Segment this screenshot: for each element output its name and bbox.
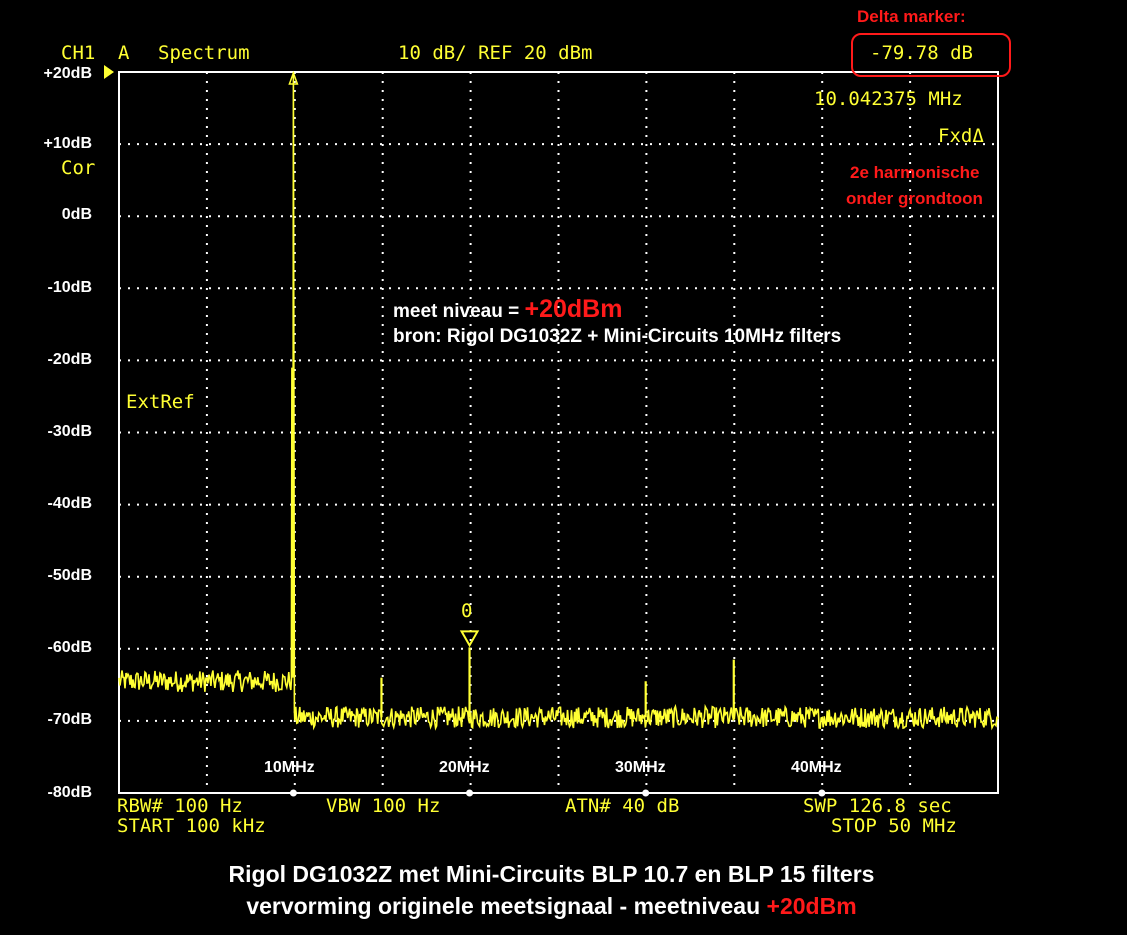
- y-tick-label: -30dB: [47, 423, 92, 440]
- measure-level-annotation: meet niveau = +20dBm: [393, 293, 622, 328]
- harmonic-annotation-line1: 2e harmonische: [850, 163, 980, 182]
- x-tick-label: 30MHz: [615, 759, 666, 776]
- caption-line2-value: +20dBm: [766, 893, 857, 919]
- y-tick-label: -80dB: [47, 784, 92, 801]
- y-tick-label: +10dB: [43, 135, 92, 152]
- x-tick-label: 40MHz: [791, 759, 842, 776]
- reference-level-arrow: [104, 65, 114, 79]
- attenuation-setting: ATN# 40 dB: [565, 795, 680, 817]
- sweep-setting: SWP 126.8 sec: [803, 795, 952, 817]
- marker-zero-label: 0: [461, 600, 473, 622]
- caption-line2-prefix: vervorming originele meetsignaal - meetn…: [246, 893, 767, 919]
- start-frequency: START 100 kHz: [117, 815, 266, 837]
- caption-line1: Rigol DG1032Z met Mini-Circuits BLP 10.7…: [228, 861, 875, 887]
- y-tick-label: -60dB: [47, 639, 92, 656]
- y-tick-label: -70dB: [47, 711, 92, 728]
- measure-level-prefix: meet niveau =: [393, 301, 525, 322]
- channel-label: CH1: [61, 42, 96, 64]
- scale-label: 10 dB/ REF 20 dBm: [398, 42, 593, 64]
- delta-marker-value: -79.78 dB: [870, 42, 973, 64]
- marker-mode: FxdΔ: [938, 125, 984, 147]
- source-annotation: bron: Rigol DG1032Z + Mini-Circuits 10MH…: [393, 326, 842, 347]
- y-tick-label: -50dB: [47, 567, 92, 584]
- trace-label: A: [118, 42, 130, 64]
- extref-label: ExtRef: [126, 391, 195, 413]
- measurement-marker: [459, 630, 480, 648]
- vbw-setting: VBW 100 Hz: [326, 795, 441, 817]
- delta-marker-title: Delta marker:: [857, 7, 966, 26]
- y-tick-label: -20dB: [47, 351, 92, 368]
- x-tick-dot: [289, 789, 297, 797]
- caption-line2: vervorming originele meetsignaal - meetn…: [0, 893, 1103, 920]
- x-tick-dot: [466, 789, 474, 797]
- y-tick-label: -40dB: [47, 495, 92, 512]
- y-tick-label: 0dB: [61, 206, 92, 223]
- y-tick-label: -10dB: [47, 279, 92, 296]
- y-tick-label: +20dB: [43, 65, 92, 82]
- mode-label: Spectrum: [158, 42, 250, 64]
- rbw-setting: RBW# 100 Hz: [117, 795, 243, 817]
- stop-frequency: STOP 50 MHz: [831, 815, 957, 837]
- x-tick-label: 10MHz: [264, 759, 315, 776]
- measure-level-value: +20dBm: [524, 295, 623, 323]
- cor-label: Cor: [61, 157, 96, 179]
- marker-frequency: 10.042375 MHz: [814, 88, 963, 110]
- x-tick-label: 20MHz: [439, 759, 490, 776]
- harmonic-annotation-line2: onder grondtoon: [846, 189, 983, 208]
